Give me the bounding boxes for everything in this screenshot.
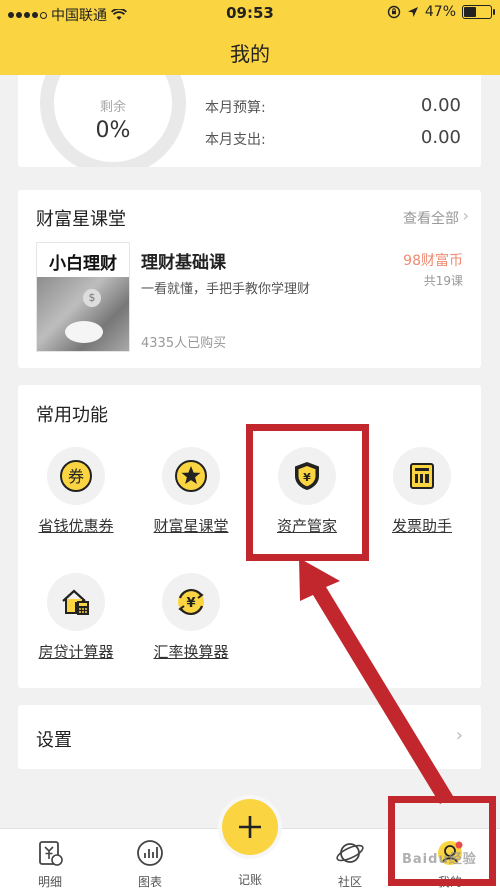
watermark: Baidu经验 <box>402 852 477 867</box>
arrow-annotation <box>299 558 453 804</box>
